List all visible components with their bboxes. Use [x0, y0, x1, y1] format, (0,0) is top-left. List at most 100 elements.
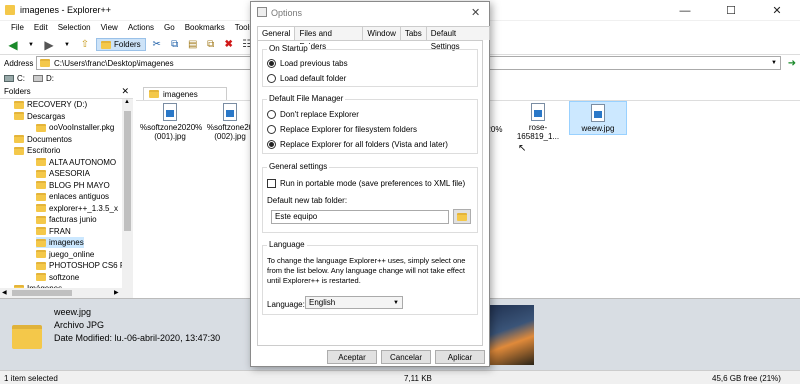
close-icon[interactable]: ✕ — [121, 86, 133, 97]
apply-button[interactable]: Aplicar — [435, 350, 485, 364]
folder-icon — [101, 40, 111, 49]
tree-item-label: BLOG PH MAYO — [49, 180, 110, 190]
tree-item[interactable]: juego_online — [36, 249, 94, 260]
scroll-left-icon[interactable]: ◀ — [2, 289, 7, 296]
folder-icon — [149, 90, 159, 98]
browse-folder-button[interactable] — [453, 209, 471, 224]
tree-item[interactable]: ooVooInstaller.pkg — [36, 122, 114, 133]
file-item[interactable]: rose-165819_1... — [508, 103, 568, 141]
tree-item-label: ooVooInstaller.pkg — [49, 123, 115, 132]
radio-replace-all[interactable]: Replace Explorer for all folders (Vista … — [267, 140, 448, 149]
tree-item[interactable]: RECOVERY (D:) — [14, 99, 87, 110]
menu-view[interactable]: View — [96, 21, 123, 35]
folder-icon — [40, 59, 50, 67]
forward-icon[interactable]: ▶ — [42, 38, 56, 52]
cancel-button[interactable]: Cancelar — [381, 350, 431, 364]
tree-item[interactable]: FRAN — [36, 226, 71, 237]
up-folder-icon[interactable]: ⇧ — [78, 38, 92, 52]
close-button[interactable]: ✕ — [754, 0, 800, 21]
drive-c[interactable]: C: — [4, 74, 25, 83]
tab-tabs[interactable]: Tabs — [399, 26, 427, 40]
folders-button[interactable]: Folders — [96, 38, 146, 51]
close-icon[interactable]: ✕ — [471, 6, 480, 19]
menu-actions[interactable]: Actions — [123, 21, 159, 35]
dropdown-arrow-icon[interactable]: ▼ — [771, 60, 780, 66]
menu-selection[interactable]: Selection — [53, 21, 96, 35]
move-to-icon[interactable]: ⧉ — [204, 38, 218, 52]
scroll-right-icon[interactable]: ▶ — [114, 289, 119, 296]
new-tab-folder-input[interactable]: Este equipo — [271, 210, 449, 224]
tree-item[interactable]: ASESORIA — [36, 168, 90, 179]
radio-label: Don't replace Explorer — [280, 110, 359, 119]
radio-indicator — [267, 125, 276, 134]
tree-item[interactable]: Descargas — [14, 111, 65, 122]
copy-icon[interactable]: ⧉ — [168, 38, 182, 52]
radio-load-previous-tabs[interactable]: Load previous tabs — [267, 59, 348, 68]
file-item[interactable]: %softzone2020% (001).jpg — [140, 103, 202, 141]
maximize-button[interactable]: ☐ — [708, 0, 754, 21]
accept-button[interactable]: Aceptar — [327, 350, 377, 364]
tab-general[interactable]: General — [257, 26, 296, 41]
dropdown-arrow-icon[interactable]: ▼ — [24, 38, 38, 52]
cut-icon[interactable]: ✂ — [150, 38, 164, 52]
status-bar: 1 item selected 7,11 KB 45,6 GB free (21… — [0, 370, 800, 384]
tab-window[interactable]: Window — [362, 26, 401, 40]
minimize-button[interactable]: — — [662, 0, 708, 21]
drive-d[interactable]: D: — [33, 74, 54, 83]
tree-item-label: PHOTOSHOP CS6 P — [49, 261, 126, 270]
menu-file[interactable]: File — [6, 21, 29, 35]
radio-replace-filesystem[interactable]: Replace Explorer for filesystem folders — [267, 125, 417, 134]
dropdown-arrow-icon[interactable]: ▼ — [60, 38, 74, 52]
tree-item[interactable]: Documentos — [14, 134, 72, 145]
tree-item[interactable]: ALTA AUTONOMO — [36, 157, 116, 168]
tab-files-and-folders[interactable]: Files and Folders — [294, 26, 364, 51]
tree-item[interactable]: softzone — [36, 272, 79, 283]
back-icon[interactable]: ◀ — [6, 38, 20, 52]
folder-icon — [36, 227, 46, 235]
status-selected: 1 item selected — [4, 374, 58, 383]
checkbox-label: Run in portable mode (save preferences t… — [280, 179, 466, 188]
preview-file-type: Archivo JPG — [54, 320, 105, 330]
portable-mode-checkbox[interactable]: Run in portable mode (save preferences t… — [267, 179, 465, 188]
folder-icon — [36, 123, 46, 132]
tree-item[interactable]: enlaces antiguos — [36, 191, 109, 202]
tree-hscrollbar[interactable]: ◀ ▶ — [0, 288, 133, 298]
paste-icon[interactable]: ▤ — [186, 38, 200, 52]
new-tab-folder-value: Este equipo — [275, 212, 318, 221]
tree-item-label: FRAN — [49, 226, 71, 236]
go-icon[interactable]: ➜ — [785, 56, 799, 70]
dialog-title: Options — [271, 8, 303, 18]
radio-dont-replace[interactable]: Don't replace Explorer — [267, 110, 359, 119]
tree-item[interactable]: imagenes — [36, 237, 84, 248]
menu-go[interactable]: Go — [159, 21, 180, 35]
tree-item[interactable]: facturas junio — [36, 214, 97, 225]
language-select[interactable]: English ▼ — [305, 296, 403, 309]
radio-label: Load default folder — [280, 74, 347, 83]
tree-item[interactable]: PHOTOSHOP CS6 P — [36, 260, 125, 271]
radio-indicator — [267, 140, 276, 149]
folder-icon — [14, 135, 24, 143]
tree-item[interactable]: BLOG PH MAYO — [36, 180, 110, 191]
startup-group: On Startup Load previous tabs Load defau… — [262, 44, 478, 87]
language-value: English — [309, 298, 336, 307]
tree-item-label: Escritorio — [27, 146, 61, 155]
window-title: imagenes - Explorer++ — [20, 5, 112, 15]
tree-item[interactable]: Escritorio — [14, 145, 60, 156]
tab-imagenes[interactable]: imagenes — [143, 87, 227, 100]
folder-icon — [36, 169, 46, 178]
tree-item[interactable]: explorer++_1.3.5_x — [36, 203, 118, 214]
tab-default-settings[interactable]: Default Settings — [425, 26, 490, 51]
folder-icon — [457, 212, 467, 221]
menu-bookmarks[interactable]: Bookmarks — [180, 21, 230, 35]
scroll-up-icon[interactable]: ▲ — [124, 99, 130, 105]
tree-scrollbar[interactable]: ▲ ▼ — [122, 99, 133, 298]
radio-load-default-folder[interactable]: Load default folder — [267, 74, 346, 83]
scroll-thumb[interactable] — [124, 111, 131, 231]
scroll-thumb[interactable] — [12, 290, 72, 296]
jpg-file-icon — [163, 103, 177, 121]
menu-edit[interactable]: Edit — [29, 21, 53, 35]
radio-indicator — [267, 110, 276, 119]
delete-icon[interactable]: ✖ — [222, 38, 236, 52]
file-item-selected[interactable]: weew.jpg — [569, 101, 627, 135]
dialog-tabs: General Files and Folders Window Tabs De… — [257, 26, 490, 51]
